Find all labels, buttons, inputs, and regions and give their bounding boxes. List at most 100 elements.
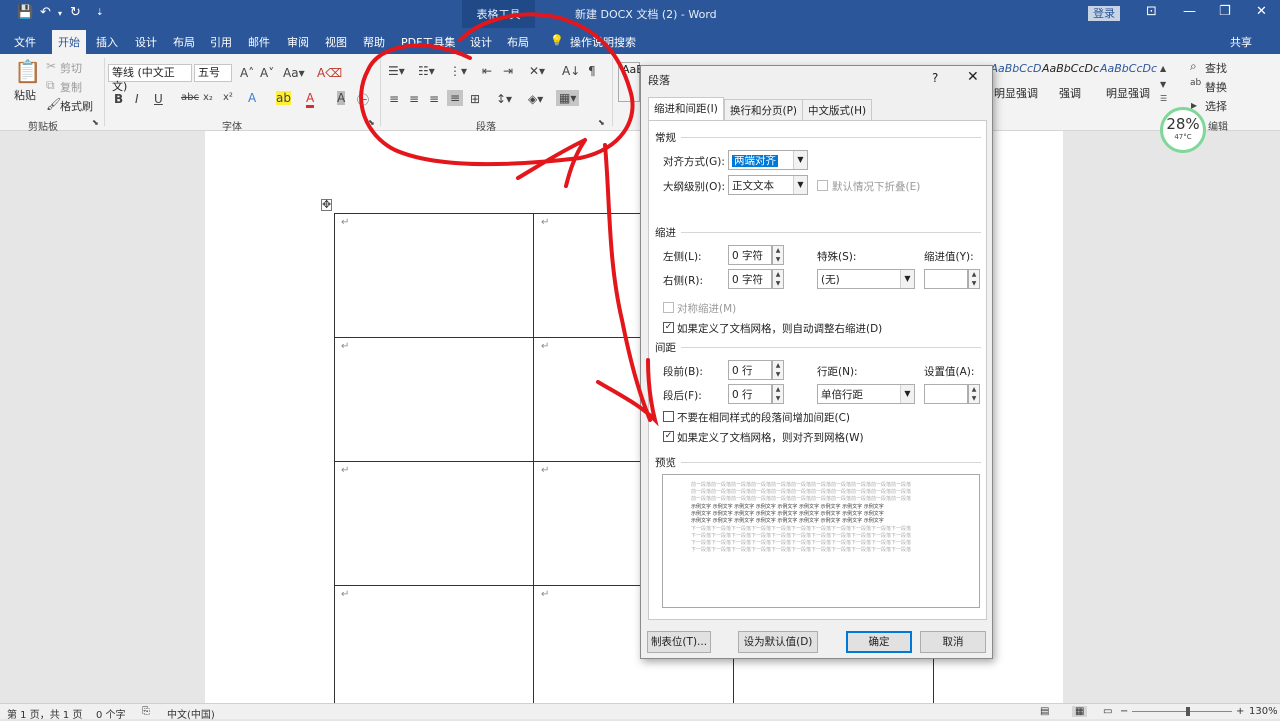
outline-level-select[interactable]: 正文文本 ▼ <box>728 175 808 195</box>
sort-icon[interactable]: A↓ <box>562 64 580 78</box>
tell-me-search[interactable]: 操作说明搜索 <box>570 34 636 50</box>
right-indent-spinner[interactable]: ▲ ▼ <box>772 269 784 289</box>
italic-icon[interactable]: I <box>135 92 139 106</box>
cut-button[interactable]: 剪切 <box>60 60 82 76</box>
at-input[interactable] <box>924 384 968 404</box>
style-emphasis[interactable]: AaBbCcDc 强调 <box>1042 62 1099 102</box>
subscript-icon[interactable]: x₂ <box>203 92 213 103</box>
right-indent-input[interactable]: 0 字符 <box>728 269 772 289</box>
undo-dropdown-icon[interactable]: ▾ <box>58 9 62 18</box>
find-button[interactable]: 查找 <box>1205 60 1227 76</box>
help-icon[interactable]: ? <box>932 71 938 85</box>
numbering-icon[interactable]: ☷▾ <box>418 64 435 78</box>
alignment-select[interactable]: 两端对齐 ▼ <box>728 150 808 170</box>
show-marks-icon[interactable]: ¶ <box>588 64 596 78</box>
tab-table-design[interactable]: 设计 <box>470 34 492 50</box>
enclose-char-icon[interactable]: ㊀ <box>357 91 369 108</box>
style-intense-emphasis-2[interactable]: AaBbCcDc 明显强调 <box>1100 62 1157 102</box>
cancel-button[interactable]: 取消 <box>920 631 986 653</box>
minimize-icon[interactable]: — <box>1183 4 1196 19</box>
clear-formatting-icon[interactable]: A⌫ <box>317 66 342 80</box>
cpu-temp-widget[interactable]: 28% 47°C <box>1160 107 1206 153</box>
char-shading-icon[interactable]: A <box>337 91 346 105</box>
zoom-out-icon[interactable]: − <box>1120 706 1128 717</box>
mirror-indent-checkbox[interactable] <box>663 302 674 313</box>
print-layout-icon[interactable]: ▦ <box>1072 706 1088 717</box>
styles-more-icon[interactable]: ☰ <box>1160 94 1167 103</box>
special-select[interactable]: (无) ▼ <box>817 269 915 289</box>
tab-mailings[interactable]: 邮件 <box>248 34 270 50</box>
web-layout-icon[interactable]: ▭ <box>1103 706 1112 717</box>
at-spinner[interactable]: ▲ ▼ <box>968 384 980 404</box>
paste-button[interactable]: 粘贴 <box>14 87 36 103</box>
styles-scroll-down-icon[interactable]: ▼ <box>1160 80 1166 89</box>
grow-font-icon[interactable]: A˄ <box>240 66 254 80</box>
tab-table-layout[interactable]: 布局 <box>507 34 529 50</box>
undo-icon[interactable]: ↶ <box>40 5 51 20</box>
tab-insert[interactable]: 插入 <box>96 34 118 50</box>
tab-design[interactable]: 设计 <box>135 34 157 50</box>
space-before-input[interactable]: 0 行 <box>728 360 772 380</box>
justify-icon[interactable]: ≡ <box>447 90 464 106</box>
indent-by-spinner[interactable]: ▲ ▼ <box>968 269 980 289</box>
zoom-in-icon[interactable]: + <box>1236 706 1244 717</box>
underline-icon[interactable]: U <box>154 92 163 106</box>
space-before-spinner[interactable]: ▲ ▼ <box>772 360 784 380</box>
tab-help[interactable]: 帮助 <box>363 34 385 50</box>
distributed-icon[interactable]: ⊞ <box>470 92 480 106</box>
tab-layout[interactable]: 布局 <box>173 34 195 50</box>
tab-line-page-breaks[interactable]: 换行和分页(P) <box>724 99 804 120</box>
zoom-thumb[interactable] <box>1186 707 1190 716</box>
increase-indent-icon[interactable]: ⇥ <box>503 64 513 78</box>
format-painter-button[interactable]: 格式刷 <box>60 98 93 114</box>
style-item-partial[interactable]: AaB <box>618 62 644 102</box>
space-after-spinner[interactable]: ▲ ▼ <box>772 384 784 404</box>
close-icon[interactable]: ✕ <box>967 69 979 85</box>
strikethrough-icon[interactable]: abc <box>181 92 199 103</box>
superscript-icon[interactable]: x² <box>223 92 233 103</box>
highlight-icon[interactable]: ab <box>276 91 291 105</box>
restore-icon[interactable]: ❐ <box>1219 4 1231 19</box>
font-size-select[interactable]: 五号 <box>194 64 232 82</box>
styles-scroll-up-icon[interactable]: ▲ <box>1160 64 1166 73</box>
redo-icon[interactable]: ↻ <box>70 5 81 20</box>
auto-right-indent-checkbox[interactable]: ✓ <box>663 322 674 333</box>
table-move-handle-icon[interactable]: ✥ <box>321 199 333 211</box>
left-indent-spinner[interactable]: ▲ ▼ <box>772 245 784 265</box>
line-spacing-icon[interactable]: ↕▾ <box>496 92 512 106</box>
tab-view[interactable]: 视图 <box>325 34 347 50</box>
decrease-indent-icon[interactable]: ⇤ <box>482 64 492 78</box>
read-mode-icon[interactable]: ▤ <box>1040 706 1049 717</box>
snap-to-grid-checkbox[interactable]: ✓ <box>663 431 674 442</box>
tab-indents-spacing[interactable]: 缩进和间距(I) <box>648 97 724 121</box>
save-icon[interactable]: 💾 <box>17 5 33 20</box>
zoom-level[interactable]: 130% <box>1249 706 1278 717</box>
ok-button[interactable]: 确定 <box>846 631 912 653</box>
copy-button[interactable]: 复制 <box>60 79 82 95</box>
paste-icon[interactable]: 📋 <box>14 60 41 85</box>
tab-home[interactable]: 开始 <box>52 30 86 54</box>
bold-icon[interactable]: B <box>114 92 123 106</box>
tabs-button[interactable]: 制表位(T)... <box>647 631 711 653</box>
font-color-icon[interactable]: A <box>306 91 315 108</box>
zoom-slider[interactable] <box>1132 711 1232 712</box>
select-button[interactable]: 选择 <box>1205 98 1227 114</box>
tab-references[interactable]: 引用 <box>210 34 232 50</box>
style-intense-emphasis[interactable]: AaBbCcD 明显强调 <box>988 62 1044 102</box>
borders-icon[interactable]: ▦▾ <box>556 90 580 106</box>
space-after-input[interactable]: 0 行 <box>728 384 772 404</box>
bullets-icon[interactable]: ☰▾ <box>388 64 405 78</box>
tab-asian-typography[interactable]: 中文版式(H) <box>802 99 873 120</box>
align-left-icon[interactable]: ≡ <box>389 92 399 106</box>
close-window-icon[interactable]: ✕ <box>1256 4 1267 19</box>
replace-button[interactable]: 替换 <box>1205 79 1227 95</box>
align-center-icon[interactable]: ≡ <box>409 92 419 106</box>
clipboard-launcher-icon[interactable]: ⬊ <box>92 118 99 127</box>
change-case-icon[interactable]: Aa▾ <box>283 66 305 80</box>
ribbon-display-icon[interactable]: ⊡ <box>1146 4 1157 19</box>
font-family-select[interactable]: 等线 (中文正文) <box>108 64 192 93</box>
tab-file[interactable]: 文件 <box>14 34 36 50</box>
paragraph-launcher-icon[interactable]: ⬊ <box>598 118 605 127</box>
share-button[interactable]: 共享 <box>1230 34 1252 50</box>
set-default-button[interactable]: 设为默认值(D) <box>738 631 818 653</box>
